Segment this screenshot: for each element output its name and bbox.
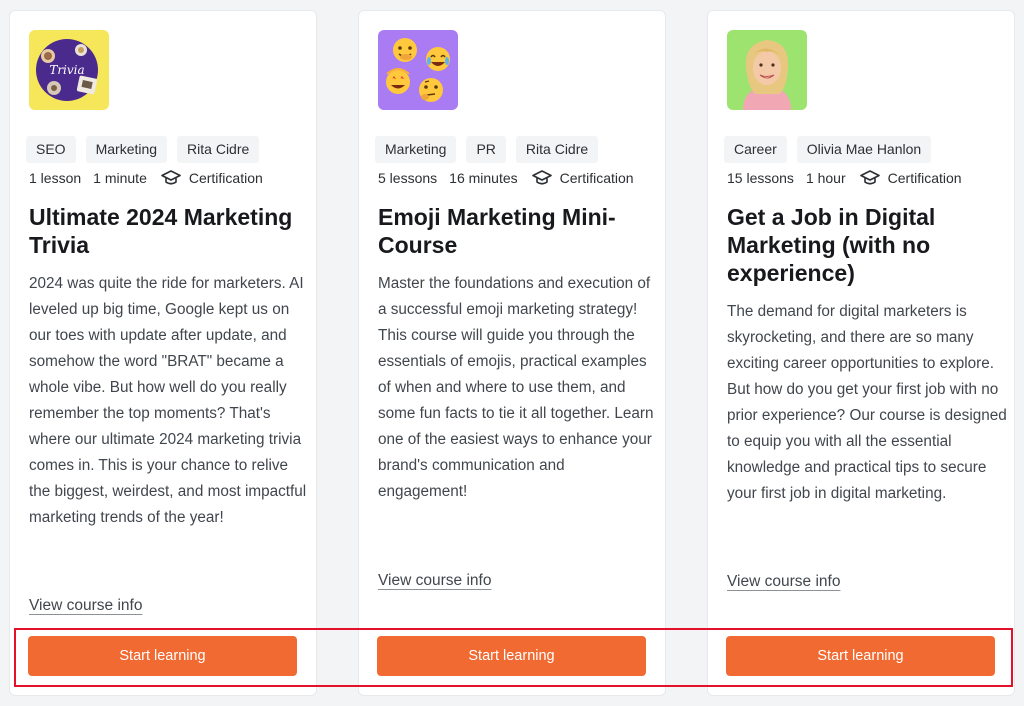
start-learning-button[interactable]: Start learning	[28, 636, 297, 676]
lesson-count: 15 lessons	[727, 170, 794, 186]
course-thumbnail	[378, 30, 458, 110]
tag: SEO	[26, 136, 76, 163]
start-learning-button[interactable]: Start learning	[726, 636, 995, 676]
view-course-info-link[interactable]: View course info	[29, 596, 142, 616]
certification-label: Certification	[188, 170, 263, 186]
view-course-info-link[interactable]: View course info	[727, 572, 840, 592]
lesson-count: 1 lesson	[29, 170, 82, 186]
course-description: The demand for digital marketers is skyr…	[727, 303, 1007, 502]
tag: Career	[724, 136, 787, 163]
course-duration: 16 minutes	[449, 170, 518, 186]
certification-label: Certification	[887, 170, 962, 186]
tag: Rita Cidre	[515, 136, 599, 163]
tag: Olivia Mae Hanlon	[796, 136, 932, 163]
course-meta: 5 lessons 16 minutes Certification	[378, 169, 634, 187]
course-card: Trivia SEO Marketing Rita Cidre 1 lesson…	[9, 10, 317, 696]
course-meta: 1 lesson 1 minute Certification	[29, 169, 263, 187]
tag: Marketing	[375, 136, 457, 163]
tag-list: Marketing PR Rita Cidre	[375, 136, 599, 163]
course-duration: 1 hour	[805, 170, 846, 186]
course-description: Master the foundations and execution of …	[378, 275, 654, 500]
portrait-icon	[727, 30, 807, 110]
course-card: Career Olivia Mae Hanlon 15 lessons 1 ho…	[707, 10, 1015, 696]
course-thumbnail	[727, 30, 807, 110]
view-course-info-link[interactable]: View course info	[378, 571, 491, 591]
tag: Marketing	[85, 136, 168, 163]
tag: Rita Cidre	[177, 136, 260, 163]
course-title: Get a Job in Digital Marketing (with no …	[727, 204, 936, 286]
course-description: 2024 was quite the ride for marketers. A…	[29, 275, 307, 526]
course-card: Marketing PR Rita Cidre 5 lessons 16 min…	[358, 10, 666, 696]
certification-label: Certification	[559, 170, 634, 186]
course-duration: 1 minute	[93, 170, 147, 186]
svg-text:Trivia: Trivia	[49, 63, 84, 77]
course-title: Emoji Marketing Mini-Course	[378, 204, 616, 258]
start-learning-button[interactable]: Start learning	[377, 636, 646, 676]
graduation-cap-icon	[531, 169, 552, 187]
trivia-icon: Trivia	[29, 30, 109, 110]
lesson-count: 5 lessons	[378, 170, 438, 186]
emoji-icon	[378, 30, 458, 110]
tag-list: Career Olivia Mae Hanlon	[724, 136, 932, 163]
graduation-cap-icon	[859, 169, 880, 187]
course-thumbnail: Trivia	[29, 30, 109, 110]
course-meta: 15 lessons 1 hour Certification	[727, 169, 962, 187]
course-title: Ultimate 2024 Marketing Trivia	[29, 204, 293, 258]
tag-list: SEO Marketing Rita Cidre	[26, 136, 260, 163]
graduation-cap-icon	[161, 169, 181, 187]
tag: PR	[466, 136, 506, 163]
